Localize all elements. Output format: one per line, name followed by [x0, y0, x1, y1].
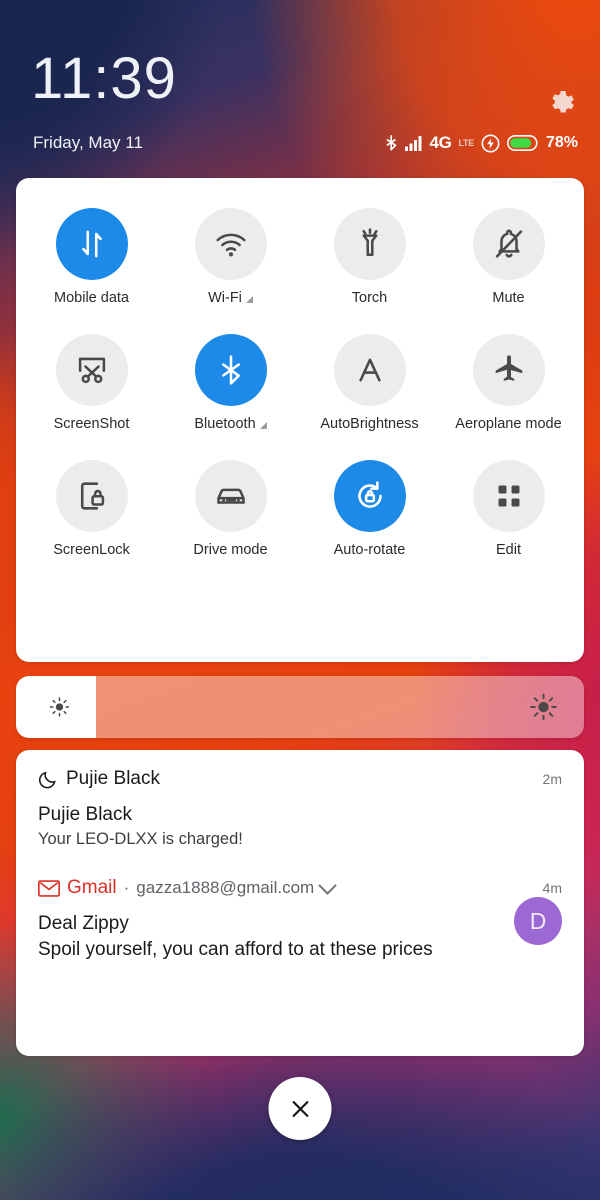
crescent-moon-icon: [38, 769, 59, 790]
bell-mute-icon: [472, 208, 545, 280]
gear-icon: [546, 88, 576, 118]
notification-header: Gmail · gazza1888@gmail.com: [38, 875, 562, 899]
avatar: D: [514, 897, 562, 945]
qs-tile-label-text: Mute: [492, 290, 525, 306]
battery-percent-label: 78%: [545, 134, 578, 151]
qs-tile-edit[interactable]: Edit: [439, 454, 578, 580]
clock-time: 11:39: [31, 46, 177, 111]
bluetooth-icon: [385, 134, 398, 153]
brightness-slider[interactable]: [16, 676, 584, 738]
qs-tile-label-text: Drive mode: [193, 542, 268, 558]
charging-bolt-icon: [481, 134, 500, 153]
notification-pujie-black[interactable]: Pujie Black 2m Pujie Black Your LEO-DLXX…: [16, 750, 584, 849]
qs-tile-label: Aeroplane mode: [455, 416, 561, 432]
screenshot-icon: [55, 334, 128, 406]
qs-tile-auto-rotate[interactable]: Auto-rotate: [300, 454, 439, 580]
notification-body: Your LEO-DLXX is charged!: [38, 830, 243, 848]
notification-title: Pujie Black: [38, 804, 132, 825]
notification-header: Pujie Black: [38, 768, 562, 790]
qs-tile-label-text: Auto-rotate: [333, 542, 406, 558]
wifi-icon: [194, 208, 267, 280]
qs-tile-label: ScreenShot: [54, 416, 130, 432]
brightness-high-icon: [530, 693, 557, 721]
qs-tile-label: Auto-rotate: [334, 542, 406, 558]
qs-tile-drive-mode[interactable]: Drive mode: [161, 454, 300, 580]
qs-tile-label-text: Bluetooth: [194, 416, 256, 432]
qs-tile-label-text: ScreenLock: [53, 542, 130, 558]
bluetooth-icon: [194, 334, 267, 406]
notification-body: Spoil yourself, you can afford to at the…: [38, 939, 433, 960]
qs-tile-label: Drive mode: [193, 542, 267, 558]
qs-tile-label: ScreenLock: [53, 542, 130, 558]
qs-tile-label: Bluetooth: [194, 416, 267, 432]
mobile-data-icon: [55, 208, 128, 280]
brightness-low-icon: [49, 697, 70, 718]
torch-icon: [333, 208, 406, 280]
qs-tile-label-text: Aeroplane mode: [455, 416, 562, 432]
qs-tile-screenshot[interactable]: ScreenShot: [22, 328, 161, 454]
notification-title: Deal Zippy: [38, 913, 129, 934]
signal-bars-icon: [405, 135, 422, 151]
qs-tile-aeroplane-mode[interactable]: Aeroplane mode: [439, 328, 578, 454]
qs-tile-label: Torch: [352, 290, 387, 306]
notification-separator: ·: [123, 878, 130, 897]
qs-tile-mute[interactable]: Mute: [439, 202, 578, 328]
qs-tile-autobrightness[interactable]: AutoBrightness: [300, 328, 439, 454]
notification-app-name: Pujie Black: [66, 768, 160, 789]
qs-tile-label-text: Mobile data: [54, 290, 129, 306]
qs-tile-label-text: Edit: [496, 542, 521, 558]
close-icon: [289, 1098, 311, 1120]
expand-triangle-icon[interactable]: [245, 295, 253, 303]
notification-time: 4m: [542, 880, 562, 896]
qs-tile-torch[interactable]: Torch: [300, 202, 439, 328]
status-icon-group: 4G LTE 78%: [385, 133, 578, 153]
chevron-down-icon[interactable]: [318, 875, 337, 895]
quick-settings-panel: Mobile data Wi-Fi Torch Mute ScreenShot Bluet…: [16, 178, 584, 662]
screen-lock-icon: [55, 460, 128, 532]
settings-gear-button[interactable]: [546, 88, 576, 118]
status-bar: 11:39 Friday, May 11 4G LTE 78%: [0, 0, 600, 178]
car-icon: [194, 460, 267, 532]
close-shade-button[interactable]: [268, 1077, 332, 1140]
grid-edit-icon: [472, 460, 545, 532]
qs-tile-mobile-data[interactable]: Mobile data: [22, 202, 161, 328]
network-type-label: 4G: [429, 133, 452, 152]
qs-tile-label: Edit: [496, 542, 521, 558]
battery-icon: [506, 135, 539, 151]
qs-tile-wi-fi[interactable]: Wi-Fi: [161, 202, 300, 328]
qs-tile-screenlock[interactable]: ScreenLock: [22, 454, 161, 580]
notification-time: 2m: [542, 771, 562, 787]
auto-rotate-icon: [333, 460, 406, 532]
qs-tile-label: AutoBrightness: [320, 416, 418, 432]
airplane-icon: [472, 334, 545, 406]
notification-app-name: Gmail: [67, 877, 117, 898]
qs-tile-label-text: ScreenShot: [53, 416, 130, 432]
qs-tile-bluetooth[interactable]: Bluetooth: [161, 328, 300, 454]
qs-tile-label-text: Wi-Fi: [208, 290, 242, 306]
network-secondary-label: LTE: [458, 138, 475, 148]
qs-tile-label-text: AutoBrightness: [320, 416, 419, 432]
gmail-icon: [38, 879, 60, 897]
notification-gmail[interactable]: Gmail · gazza1888@gmail.com 4m Deal Zipp…: [16, 849, 584, 961]
qs-tile-label-text: Torch: [351, 290, 388, 306]
notification-list: Pujie Black 2m Pujie Black Your LEO-DLXX…: [16, 750, 584, 1056]
expand-triangle-icon[interactable]: [259, 421, 267, 429]
quick-settings-grid: Mobile data Wi-Fi Torch Mute ScreenShot Bluet…: [16, 178, 584, 580]
qs-tile-label: Mobile data: [54, 290, 129, 306]
clock-date: Friday, May 11: [33, 133, 143, 152]
notification-account: gazza1888@gmail.com: [136, 878, 315, 897]
qs-tile-label: Mute: [492, 290, 524, 306]
qs-tile-label: Wi-Fi: [208, 290, 253, 306]
auto-brightness-icon: [333, 334, 406, 406]
